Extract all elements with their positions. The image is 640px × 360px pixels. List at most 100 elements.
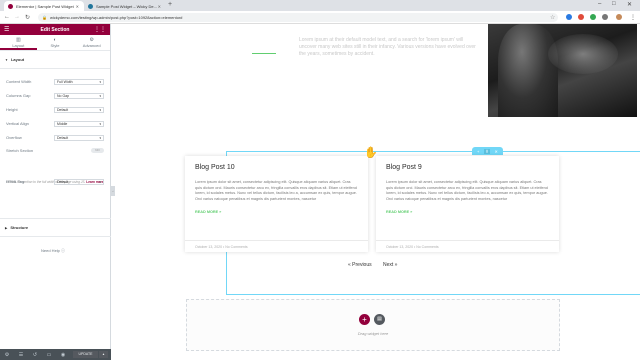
browser-menu-icon[interactable]: ⋮: [630, 14, 636, 21]
add-section-button[interactable]: +: [359, 314, 370, 325]
close-tab-icon[interactable]: ✕: [76, 4, 79, 9]
tab-label: Style: [50, 43, 60, 48]
next-page-link[interactable]: Next »: [383, 262, 397, 268]
post-card: Blog Post 10 Lorem ipsum dolor sit amet,…: [185, 156, 368, 252]
hand-cursor-icon: ✋: [364, 147, 378, 159]
hamburger-menu-icon[interactable]: ☰: [4, 26, 9, 33]
url-text: wickydemo.com/testing/wp-admin/post.php?…: [50, 15, 183, 20]
tab-layout[interactable]: ▥ Layout: [0, 35, 37, 50]
columns-gap-select[interactable]: No Gap ▾: [54, 92, 104, 99]
height-control: Height Default ▾: [6, 106, 104, 113]
tab-title: Sample Post Widget – Wicky De...: [96, 3, 157, 9]
html-tag-select[interactable]: Default ▾: [54, 178, 104, 185]
content-width-select[interactable]: Full Width ▾: [54, 78, 104, 85]
extension-icon[interactable]: [602, 14, 608, 20]
extension-icon[interactable]: [566, 14, 572, 20]
star-icon[interactable]: ☆: [550, 14, 555, 21]
panel-footer: ⚙ ☰ ↺ ▭ ◉ UPDATE ▴: [0, 349, 111, 360]
add-section-icon[interactable]: +: [477, 149, 479, 154]
select-value: Middle: [57, 121, 68, 126]
accent-line: [252, 53, 276, 54]
previous-page-link[interactable]: « Previous: [348, 262, 372, 268]
read-more-link[interactable]: READ MORE »: [386, 210, 549, 214]
columns-gap-control: Columns Gap No Gap ▾: [6, 92, 104, 99]
address-bar: ← → ↻ 🔒 wickydemo.com/testing/wp-admin/p…: [0, 11, 640, 24]
chevron-down-icon: ▾: [99, 107, 101, 112]
html-tag-control: HTML Tag Default ▾: [6, 178, 104, 185]
template-library-icon[interactable]: ▤: [374, 314, 385, 325]
section-label: Structure: [10, 225, 29, 230]
chevron-down-icon: ▾: [99, 179, 101, 184]
section-structure-header[interactable]: ▶ Structure: [0, 219, 111, 236]
extension-icon[interactable]: [578, 14, 584, 20]
delete-section-icon[interactable]: ✕: [495, 149, 498, 154]
control-label: Vertical Align: [6, 121, 29, 126]
section-layout-header[interactable]: ▼ Layout: [0, 51, 110, 69]
settings-icon[interactable]: ⚙: [0, 352, 14, 358]
history-icon[interactable]: ↺: [28, 352, 42, 358]
lock-icon: 🔒: [42, 15, 47, 20]
post-card: Blog Post 9 Lorem ipsum dolor sit amet, …: [376, 156, 559, 252]
structure-section[interactable]: ▶ Structure: [0, 218, 111, 237]
faded-paragraph: Lorem ipsum at their default model text,…: [299, 37, 476, 57]
panel-title: Edit Section: [40, 26, 70, 33]
tab-style[interactable]: ◐ Style: [37, 35, 74, 50]
forward-icon[interactable]: →: [14, 14, 20, 20]
navigator-icon[interactable]: ☰: [14, 352, 28, 358]
drag-widget-label: Drag widget here: [357, 331, 389, 336]
need-help-link[interactable]: Need Help ⓘ: [41, 248, 65, 254]
vertical-align-select[interactable]: Middle ▾: [54, 120, 104, 127]
browser-tab[interactable]: Sample Post Widget – Wicky De... ✕: [84, 1, 166, 11]
close-tab-icon[interactable]: ✕: [158, 4, 161, 9]
minimize-icon[interactable]: –: [598, 1, 601, 7]
panel-tabs: ▥ Layout ◐ Style ⚙ Advanced: [0, 35, 110, 51]
post-title[interactable]: Blog Post 10: [195, 164, 358, 171]
photo-person: [498, 24, 558, 117]
select-value: Default: [57, 179, 69, 184]
browser-tab-bar: Elementor | Sample Post Widget ✕ Sample …: [0, 0, 640, 11]
tab-label: Advanced: [82, 43, 101, 48]
preview-eye-icon[interactable]: ◉: [56, 352, 70, 358]
browser-tab-active[interactable]: Elementor | Sample Post Widget ✕: [4, 1, 84, 11]
post-excerpt: Lorem ipsum dolor sit amet, consectetur …: [386, 180, 548, 201]
close-window-icon[interactable]: ✕: [627, 1, 632, 8]
responsive-icon[interactable]: ▭: [42, 352, 56, 358]
new-tab-icon[interactable]: +: [168, 1, 172, 8]
vertical-align-control: Vertical Align Middle ▾: [6, 120, 104, 127]
maximize-icon[interactable]: □: [612, 1, 616, 7]
elementor-favicon-icon: [8, 3, 13, 9]
back-icon[interactable]: ←: [4, 14, 10, 20]
chevron-down-icon: ▾: [99, 79, 101, 84]
panel-header: ☰ Edit Section ⋮⋮: [0, 24, 110, 35]
select-value: No Gap: [57, 93, 70, 98]
widgets-grid-icon[interactable]: ⋮⋮: [94, 26, 106, 33]
move-section-icon[interactable]: ⠿: [483, 148, 491, 154]
reload-icon[interactable]: ↻: [25, 14, 30, 21]
chevron-down-icon: ▾: [99, 93, 101, 98]
chevron-down-icon: ▾: [99, 121, 101, 126]
control-label: Columns Gap: [6, 93, 31, 98]
update-options-icon[interactable]: ▴: [99, 351, 108, 358]
update-button[interactable]: UPDATE: [73, 351, 98, 358]
post-excerpt: Lorem ipsum dolor sit amet, consectetur …: [195, 180, 357, 201]
post-title[interactable]: Blog Post 9: [386, 164, 549, 171]
wordpress-favicon-icon: [88, 3, 93, 9]
select-value: Default: [57, 135, 69, 140]
stretch-section-toggle[interactable]: NO: [91, 148, 104, 153]
need-help-label: Need Help: [41, 248, 60, 253]
tab-title: Elementor | Sample Post Widget: [16, 3, 74, 9]
select-value: Full Width: [57, 79, 73, 84]
read-more-link[interactable]: READ MORE »: [195, 210, 358, 214]
overflow-select[interactable]: Default ▾: [54, 134, 104, 141]
height-select[interactable]: Default ▾: [54, 106, 104, 113]
post-meta: October 13, 2020 • No Comments: [376, 240, 559, 252]
url-field[interactable]: 🔒 wickydemo.com/testing/wp-admin/post.ph…: [38, 13, 558, 22]
tab-advanced[interactable]: ⚙ Advanced: [73, 35, 110, 50]
chevron-down-icon: ▾: [99, 135, 101, 140]
extension-icon[interactable]: [590, 14, 596, 20]
control-label: Stretch Section: [6, 148, 34, 153]
control-label: Height: [6, 107, 18, 112]
stretch-section-control: Stretch Section NO: [6, 147, 104, 154]
profile-avatar-icon[interactable]: [616, 14, 622, 20]
empty-drop-area[interactable]: + ▤ Drag widget here: [186, 299, 560, 351]
